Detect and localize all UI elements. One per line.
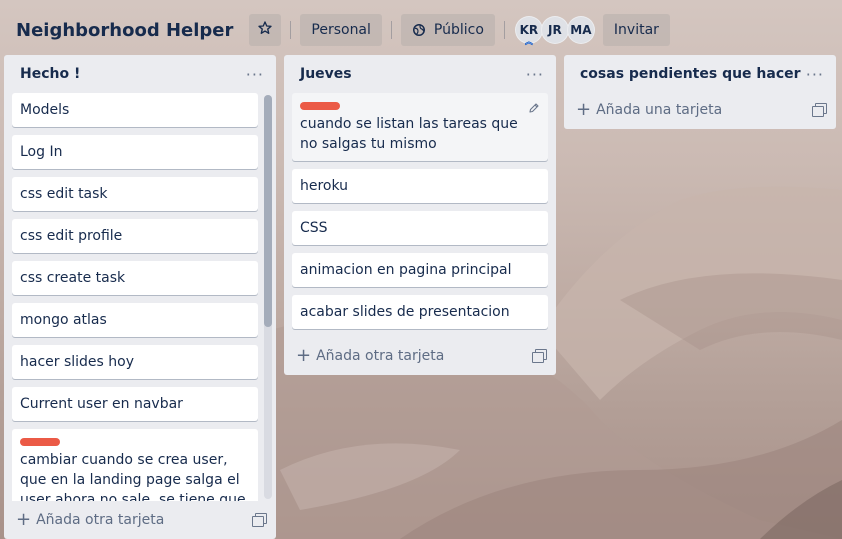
star-icon	[257, 20, 273, 40]
card-label-red[interactable]	[300, 102, 340, 110]
list-pendientes: cosas pendientes que hacer ··· + Añada u…	[564, 55, 836, 129]
list-title[interactable]: Hecho !	[20, 66, 80, 82]
member-avatars: KR ︽ JR MA	[514, 16, 595, 46]
card-template-icon[interactable]	[532, 349, 547, 363]
list-jueves: Jueves ··· cuando se listan las tareas q…	[284, 55, 556, 375]
add-card-button[interactable]: + Añada otra tarjeta	[16, 511, 164, 529]
card[interactable]: css edit task	[12, 177, 258, 211]
list-footer: + Añada otra tarjeta	[4, 501, 276, 539]
card[interactable]: hacer slides hoy	[12, 345, 258, 379]
card[interactable]: Log In	[12, 135, 258, 169]
card-template-icon[interactable]	[252, 513, 267, 527]
card-template-icon[interactable]	[812, 103, 827, 117]
list-header[interactable]: Jueves ···	[284, 55, 556, 93]
card[interactable]: mongo atlas	[12, 303, 258, 337]
star-button[interactable]	[249, 14, 282, 46]
header-divider	[390, 21, 392, 39]
admin-chevron-icon: ︽	[524, 37, 533, 46]
header-divider	[503, 21, 505, 39]
avatar[interactable]: KR ︽	[514, 16, 543, 46]
invite-label: Invitar	[613, 22, 659, 38]
board-header: Neighborhood Helper Personal Público KR …	[0, 0, 842, 60]
workspace-label: Personal	[311, 22, 371, 38]
visibility-button[interactable]: Público	[400, 14, 495, 46]
workspace-button[interactable]: Personal	[300, 14, 382, 46]
avatar[interactable]: MA	[566, 16, 595, 44]
add-card-button[interactable]: + Añada otra tarjeta	[296, 347, 444, 365]
list-header[interactable]: cosas pendientes que hacer ···	[564, 55, 836, 93]
card-container: Models Log In css edit task css edit pro…	[4, 93, 266, 501]
list-footer: + Añada una tarjeta	[564, 91, 836, 129]
list-menu-icon[interactable]: ···	[246, 65, 264, 84]
plus-icon: +	[16, 509, 32, 530]
card-label-red[interactable]	[20, 438, 60, 446]
visibility-label: Público	[433, 22, 484, 38]
list-menu-icon[interactable]: ···	[526, 65, 544, 84]
list-menu-icon[interactable]: ···	[806, 65, 824, 84]
card[interactable]: css create task	[12, 261, 258, 295]
card[interactable]: css edit profile	[12, 219, 258, 253]
card[interactable]: animacion en pagina principal	[292, 253, 548, 287]
card[interactable]: heroku	[292, 169, 548, 203]
list-header[interactable]: Hecho ! ···	[4, 55, 276, 93]
list-title[interactable]: Jueves	[300, 66, 352, 82]
card[interactable]: CSS	[292, 211, 548, 245]
card[interactable]: acabar slides de presentacion	[292, 295, 548, 329]
list-hecho: Hecho ! ··· Models Log In css edit task …	[4, 55, 276, 539]
edit-pencil-icon[interactable]	[528, 101, 540, 121]
card-container: cuando se listan las tareas que no salga…	[284, 93, 556, 329]
card[interactable]: Current user en navbar	[12, 387, 258, 421]
avatar[interactable]: JR	[540, 16, 569, 44]
globe-icon	[412, 23, 426, 37]
list-scrollbar[interactable]	[264, 95, 272, 499]
card[interactable]: cuando se listan las tareas que no salga…	[292, 93, 548, 161]
card[interactable]: Models	[12, 93, 258, 127]
plus-icon: +	[576, 99, 592, 120]
scrollbar-thumb[interactable]	[264, 95, 272, 327]
plus-icon: +	[296, 345, 312, 366]
list-footer: + Añada otra tarjeta	[284, 337, 556, 375]
list-title[interactable]: cosas pendientes que hacer	[580, 66, 801, 82]
invite-button[interactable]: Invitar	[602, 14, 670, 46]
board-title[interactable]: Neighborhood Helper	[16, 19, 233, 41]
card[interactable]: cambiar cuando se crea user, que en la l…	[12, 429, 258, 501]
add-card-button[interactable]: + Añada una tarjeta	[576, 101, 722, 119]
header-divider	[290, 21, 292, 39]
